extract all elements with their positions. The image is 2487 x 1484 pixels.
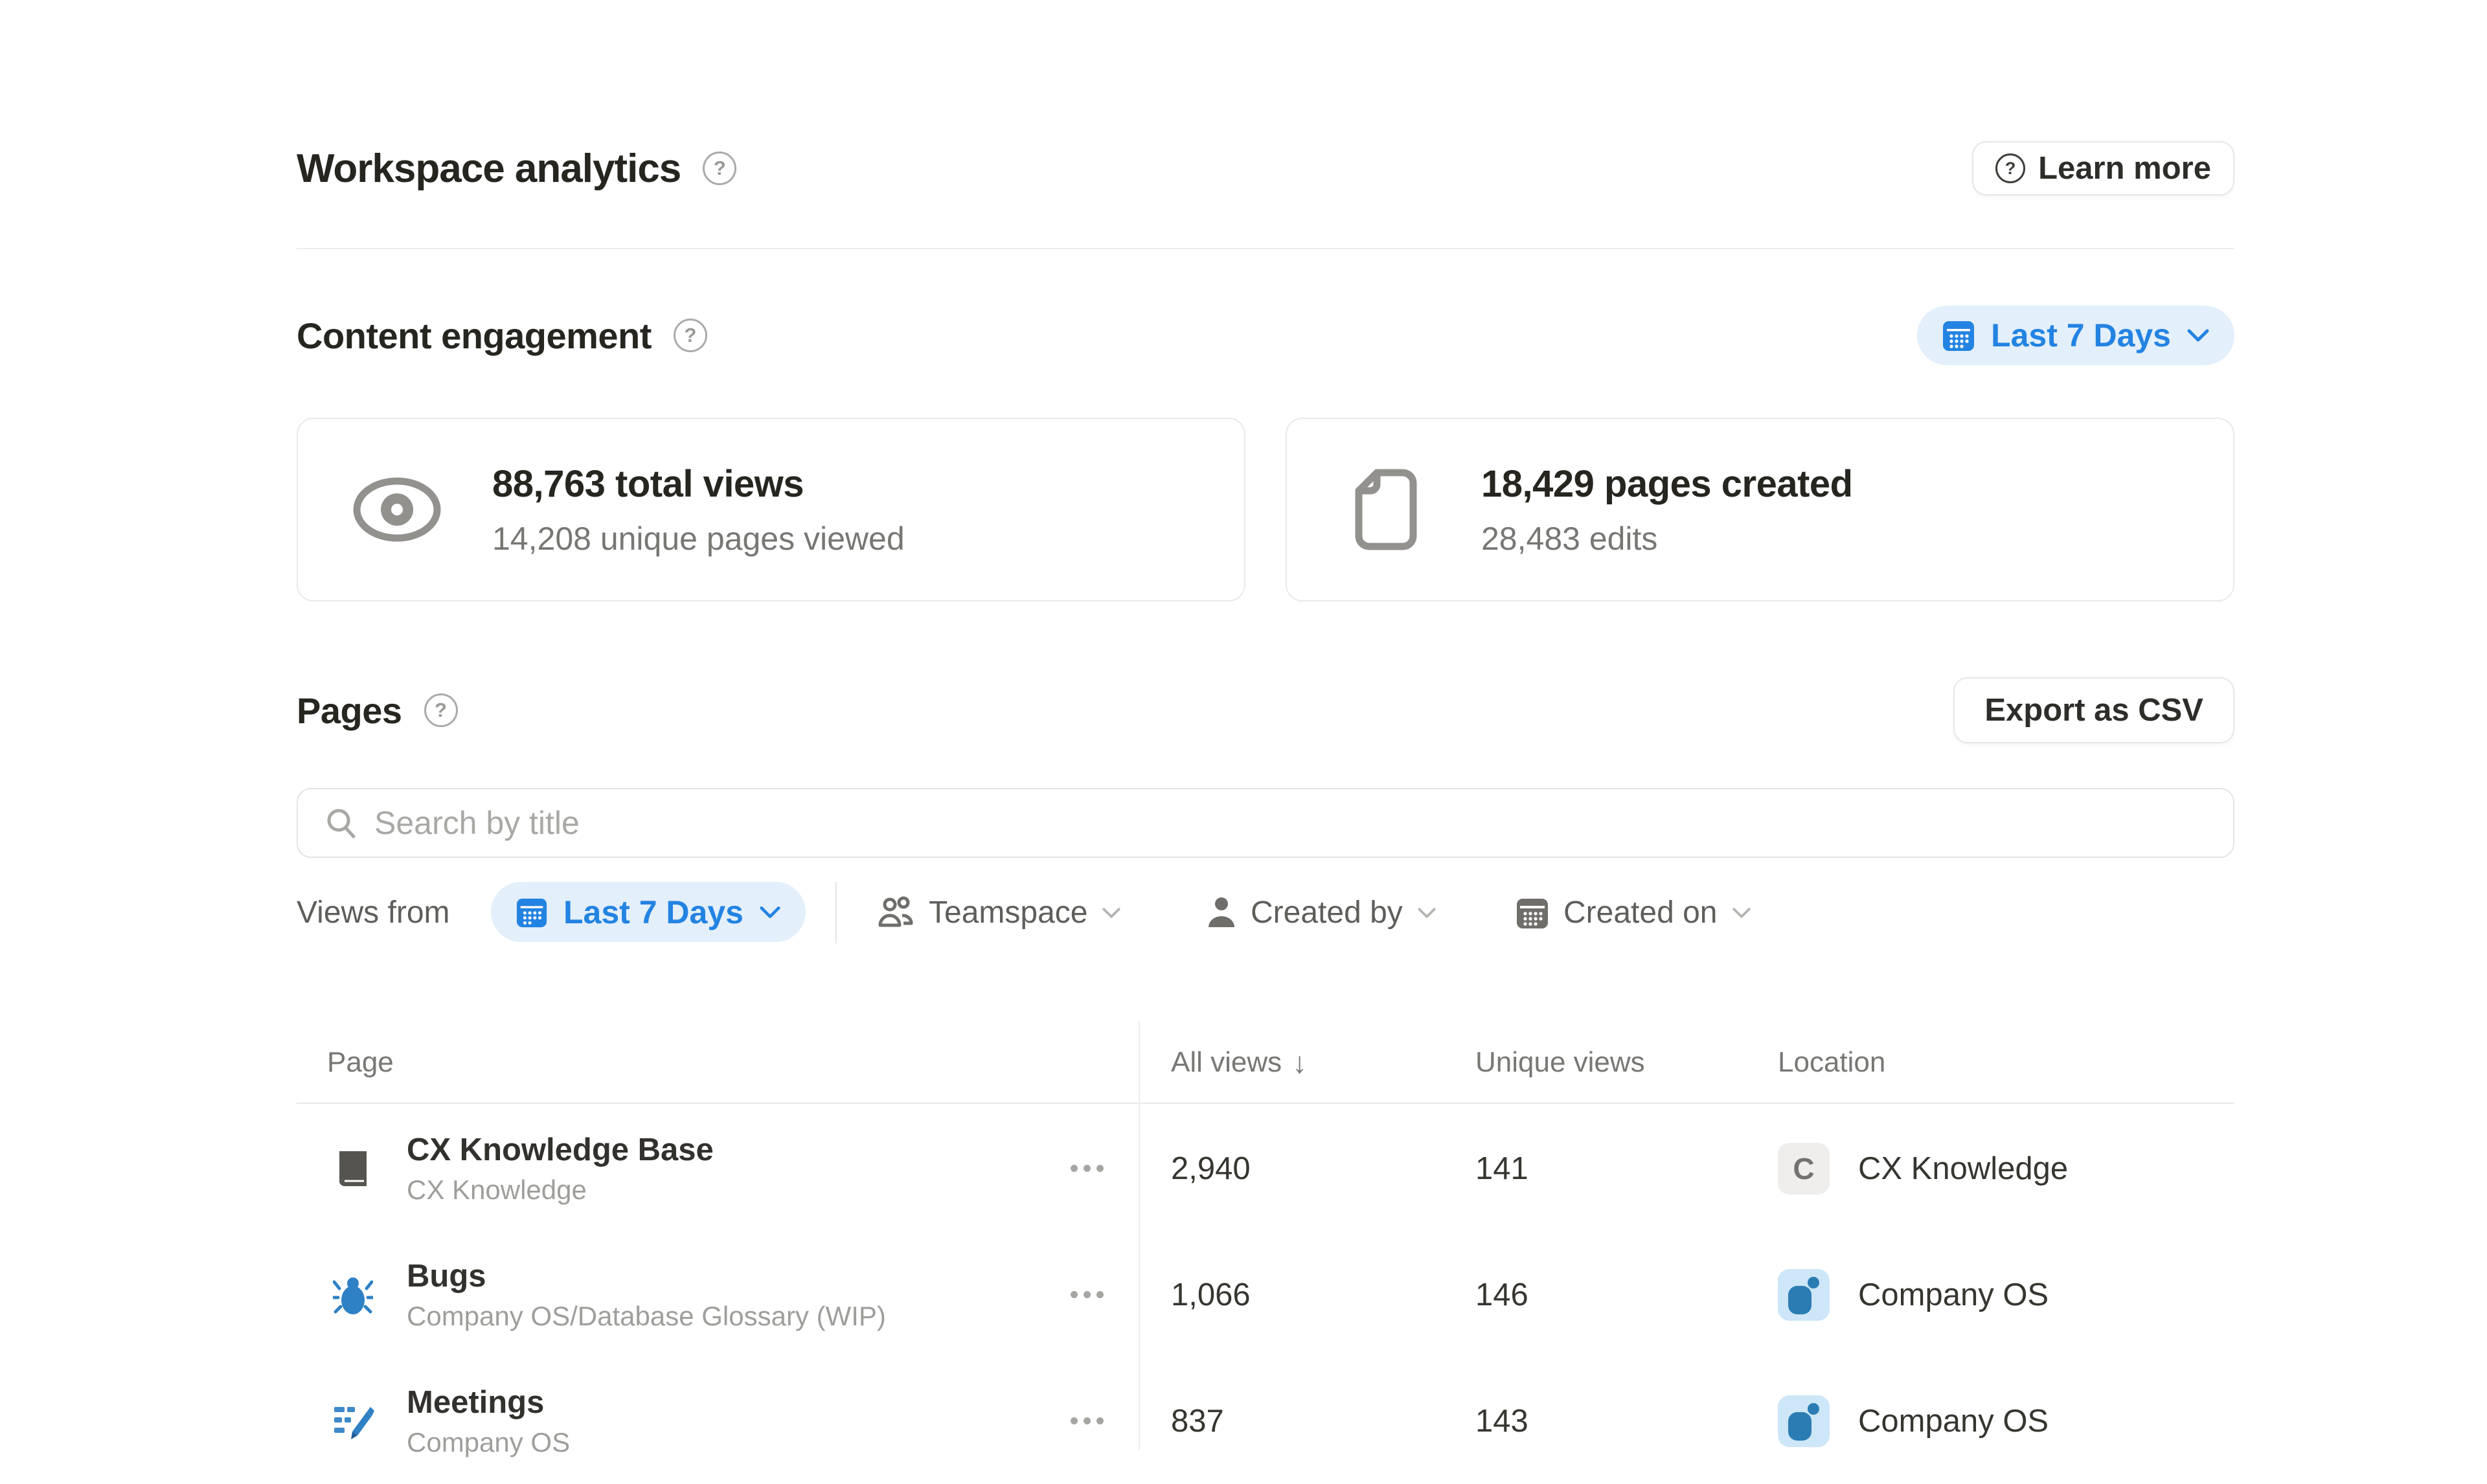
chevron-down-icon [1732, 906, 1751, 920]
page-title-row: Workspace analytics ? ? Learn more [297, 139, 2234, 197]
total-views-value: 88,763 total views [492, 462, 905, 506]
bug-icon [333, 1231, 373, 1358]
page-title-link[interactable]: CX Knowledge Base [407, 1132, 714, 1168]
pages-created-card: 18,429 pages created 28,483 edits [1286, 418, 2234, 601]
teamspace-filter-dropdown[interactable]: Teamspace [877, 882, 1121, 943]
table-header: Page All views ↓ Unique views Location [297, 1021, 2234, 1104]
more-options-button[interactable] [1071, 1105, 1104, 1231]
teamspace-icon [877, 896, 914, 930]
more-options-button[interactable] [1071, 1231, 1104, 1358]
page-cell[interactable]: CX Knowledge Base CX Knowledge [407, 1105, 714, 1231]
page-path: CX Knowledge [407, 1175, 714, 1206]
help-icon[interactable]: ? [703, 152, 736, 185]
location-label: CX Knowledge [1858, 1151, 2068, 1187]
created-on-filter-dropdown[interactable]: Created on [1516, 882, 1751, 943]
chevron-down-icon [759, 905, 781, 920]
page-path: Company OS/Database Glossary (WIP) [407, 1301, 886, 1332]
calendar-icon [1942, 319, 1975, 352]
views-date-filter-label: Last 7 Days [563, 894, 744, 931]
unique-pages-viewed: 14,208 unique pages viewed [492, 520, 905, 557]
unique-views-value: 146 [1475, 1231, 1528, 1358]
column-header-page[interactable]: Page [327, 1021, 394, 1104]
pencil-notes-icon [333, 1358, 374, 1484]
location-cell[interactable]: Company OS [1778, 1231, 2049, 1358]
all-views-value: 2,940 [1171, 1105, 1251, 1231]
help-icon[interactable]: ? [674, 319, 707, 352]
unique-views-value: 143 [1475, 1358, 1528, 1484]
location-label: Company OS [1858, 1403, 2049, 1439]
all-views-value: 837 [1171, 1358, 1224, 1484]
table-row[interactable]: Bugs Company OS/Database Glossary (WIP) … [297, 1231, 2234, 1358]
learn-more-button[interactable]: ? Learn more [1972, 141, 2234, 196]
learn-more-label: Learn more [2038, 150, 2211, 186]
page-title-link[interactable]: Meetings [407, 1384, 570, 1421]
calendar-icon [516, 896, 548, 928]
table-row[interactable]: Meetings Company OS 837 143 Company OS [297, 1358, 2234, 1484]
chevron-down-icon [1417, 906, 1437, 920]
table-row[interactable]: CX Knowledge Base CX Knowledge 2,940 141… [297, 1105, 2234, 1231]
date-range-label: Last 7 Days [1991, 317, 2171, 354]
teamspace-label: Teamspace [929, 895, 1087, 930]
pages-header-row: Pages ? Export as CSV [297, 675, 2234, 746]
content-engagement-header: Content engagement ? Last 7 Days [297, 303, 2234, 368]
search-input[interactable] [374, 804, 2206, 842]
filters-row: Views from Last 7 Days Teamspace [297, 882, 2234, 943]
total-views-card: 88,763 total views 14,208 unique pages v… [297, 418, 1245, 601]
page-title-link[interactable]: Bugs [407, 1258, 886, 1294]
company-os-logo-badge [1778, 1269, 1830, 1321]
search-bar [297, 788, 2234, 858]
page-cell[interactable]: Bugs Company OS/Database Glossary (WIP) [407, 1231, 886, 1358]
workspace-analytics-page: Workspace analytics ? ? Learn more Conte… [297, 0, 2234, 1450]
created-by-label: Created by [1251, 895, 1403, 930]
section-divider [297, 248, 2234, 249]
person-icon [1207, 896, 1236, 930]
workspace-letter-badge: C [1778, 1143, 1830, 1195]
chevron-down-icon [1102, 906, 1121, 920]
location-cell[interactable]: C CX Knowledge [1778, 1105, 2068, 1231]
column-header-all-views[interactable]: All views ↓ [1171, 1021, 1307, 1104]
export-csv-button[interactable]: Export as CSV [1953, 677, 2234, 743]
more-options-button[interactable] [1071, 1358, 1104, 1484]
calendar-icon [1516, 896, 1549, 930]
eye-icon [348, 473, 446, 546]
date-range-dropdown[interactable]: Last 7 Days [1917, 306, 2234, 365]
created-by-filter-dropdown[interactable]: Created by [1207, 882, 1437, 943]
company-os-logo-badge [1778, 1395, 1830, 1447]
pages-heading: Pages [297, 690, 402, 732]
page-path: Company OS [407, 1427, 570, 1458]
page-title: Workspace analytics [297, 146, 681, 192]
help-icon[interactable]: ? [424, 693, 458, 727]
unique-views-value: 141 [1475, 1105, 1528, 1231]
stat-cards: 88,763 total views 14,208 unique pages v… [297, 418, 2234, 601]
page-icon [1337, 469, 1435, 550]
all-views-value: 1,066 [1171, 1231, 1251, 1358]
column-header-unique-views[interactable]: Unique views [1475, 1021, 1645, 1104]
column-header-location[interactable]: Location [1778, 1021, 1885, 1104]
filter-divider [835, 882, 837, 943]
views-from-label: Views from [297, 882, 450, 943]
search-icon [325, 807, 358, 839]
pages-created-value: 18,429 pages created [1481, 462, 1853, 506]
chevron-down-icon [2186, 328, 2210, 343]
edits-value: 28,483 edits [1481, 520, 1853, 557]
location-cell[interactable]: Company OS [1778, 1358, 2049, 1484]
location-label: Company OS [1858, 1277, 2049, 1313]
all-views-label: All views [1171, 1046, 1282, 1079]
book-icon [334, 1105, 372, 1231]
question-circle-icon: ? [1995, 153, 2025, 183]
created-on-label: Created on [1563, 895, 1718, 930]
views-date-filter-dropdown[interactable]: Last 7 Days [491, 882, 806, 942]
export-csv-label: Export as CSV [1984, 692, 2203, 728]
sort-descending-icon: ↓ [1292, 1045, 1307, 1080]
page-cell[interactable]: Meetings Company OS [407, 1358, 570, 1484]
content-engagement-heading: Content engagement [297, 315, 652, 357]
